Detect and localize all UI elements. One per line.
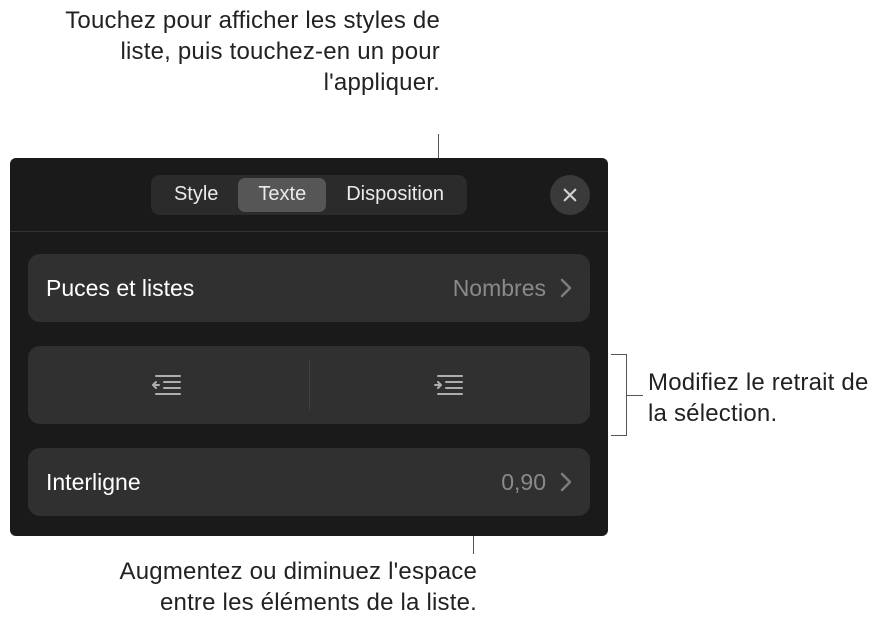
tab-disposition[interactable]: Disposition <box>326 178 464 212</box>
leader-line <box>627 395 643 396</box>
callout-bracket <box>611 354 627 436</box>
callout-bottom: Augmentez ou diminuez l'espace entre les… <box>64 556 477 618</box>
chevron-right-icon <box>560 472 572 492</box>
indent-icon <box>432 372 468 398</box>
indent-button[interactable] <box>310 346 591 424</box>
line-spacing-row[interactable]: Interligne 0,90 <box>28 448 590 516</box>
outdent-icon <box>150 372 186 398</box>
close-icon <box>561 186 579 204</box>
segmented-control: Style Texte Disposition <box>151 175 467 215</box>
close-button[interactable] <box>550 175 590 215</box>
row-value: Nombres <box>453 275 546 302</box>
panel-header: Style Texte Disposition <box>10 158 608 232</box>
format-panel: Style Texte Disposition Puces et listes … <box>10 158 608 536</box>
outdent-button[interactable] <box>28 346 309 424</box>
bullets-and-lists-row[interactable]: Puces et listes Nombres <box>28 254 590 322</box>
row-right: Nombres <box>453 275 572 302</box>
panel-body: Puces et listes Nombres <box>10 232 608 516</box>
callout-right: Modifiez le retrait de la sélection. <box>648 367 878 429</box>
tab-texte[interactable]: Texte <box>238 178 326 212</box>
chevron-right-icon <box>560 278 572 298</box>
tab-style[interactable]: Style <box>154 178 238 212</box>
row-label: Puces et listes <box>46 275 194 302</box>
indent-row <box>28 346 590 424</box>
row-label: Interligne <box>46 469 141 496</box>
callout-top: Touchez pour afficher les styles de list… <box>60 5 440 99</box>
row-value: 0,90 <box>501 469 546 496</box>
row-right: 0,90 <box>501 469 572 496</box>
